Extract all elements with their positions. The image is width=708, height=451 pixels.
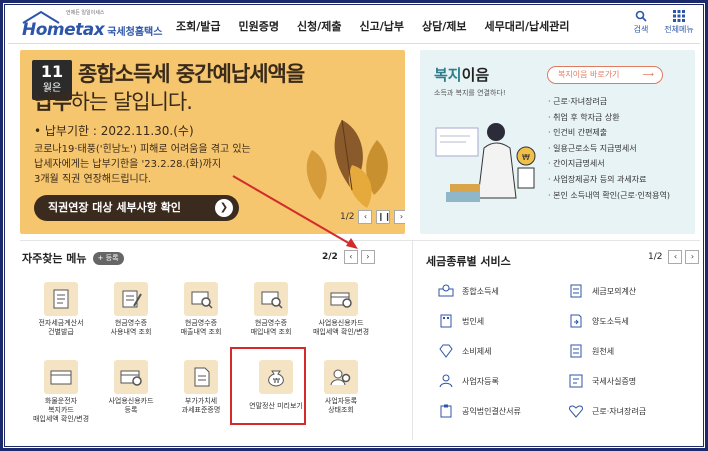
heart-icon (569, 405, 583, 418)
money-stack-icon (438, 284, 454, 297)
tax-service-label: 양도소득세 (592, 316, 629, 326)
document-icon (570, 344, 582, 358)
building-icon (440, 314, 452, 328)
tax-service-title: 세금종류별 서비스 (426, 255, 511, 268)
tax-service-item[interactable]: 공익법인결산서류 (438, 404, 521, 418)
prev-button[interactable]: ‹ (668, 250, 683, 264)
tax-service-label: 국세사실증명 (592, 376, 637, 386)
tax-service-item[interactable]: 양도소득세 (568, 314, 629, 328)
tax-service-label: 세금모의계산 (592, 286, 637, 296)
tax-service-item[interactable]: 근로·자녀장려금 (568, 404, 646, 418)
calculator-icon (570, 284, 582, 298)
tax-service-item[interactable]: 소비제세 (438, 344, 491, 358)
tax-service-label: 사업자등록 (462, 376, 499, 386)
tax-page-indicator: 1/2 (648, 252, 663, 262)
tax-service-section: 세금종류별 서비스 1/2 ‹ › 종합소득세 세금모의계산 법인세 양도소득세… (420, 246, 700, 436)
tax-service-item[interactable]: 법인세 (438, 314, 484, 328)
tax-service-label: 소비제세 (462, 346, 492, 356)
tax-service-item[interactable]: 원천세 (568, 344, 614, 358)
tax-service-item[interactable]: 국세사실증명 (568, 374, 636, 388)
transfer-document-icon (570, 314, 582, 328)
tax-service-label: 공익법인결산서류 (462, 406, 521, 416)
tax-service-item[interactable]: 종합소득세 (438, 284, 499, 298)
tax-service-label: 원천세 (592, 346, 615, 356)
user-icon (439, 374, 453, 388)
tax-service-item[interactable]: 세금모의계산 (568, 284, 636, 298)
clipboard-icon (440, 404, 452, 418)
diamond-icon (439, 344, 453, 358)
tax-service-item[interactable]: 사업자등록 (438, 374, 499, 388)
tax-service-label: 종합소득세 (462, 286, 499, 296)
certificate-icon (569, 374, 583, 388)
tax-service-label: 법인세 (462, 316, 485, 326)
tax-pager: 1/2 ‹ › (648, 250, 700, 264)
next-button[interactable]: › (685, 250, 700, 264)
tax-title-row: 세금종류별 서비스 (426, 250, 511, 269)
tax-service-label: 근로·자녀장려금 (592, 406, 647, 416)
